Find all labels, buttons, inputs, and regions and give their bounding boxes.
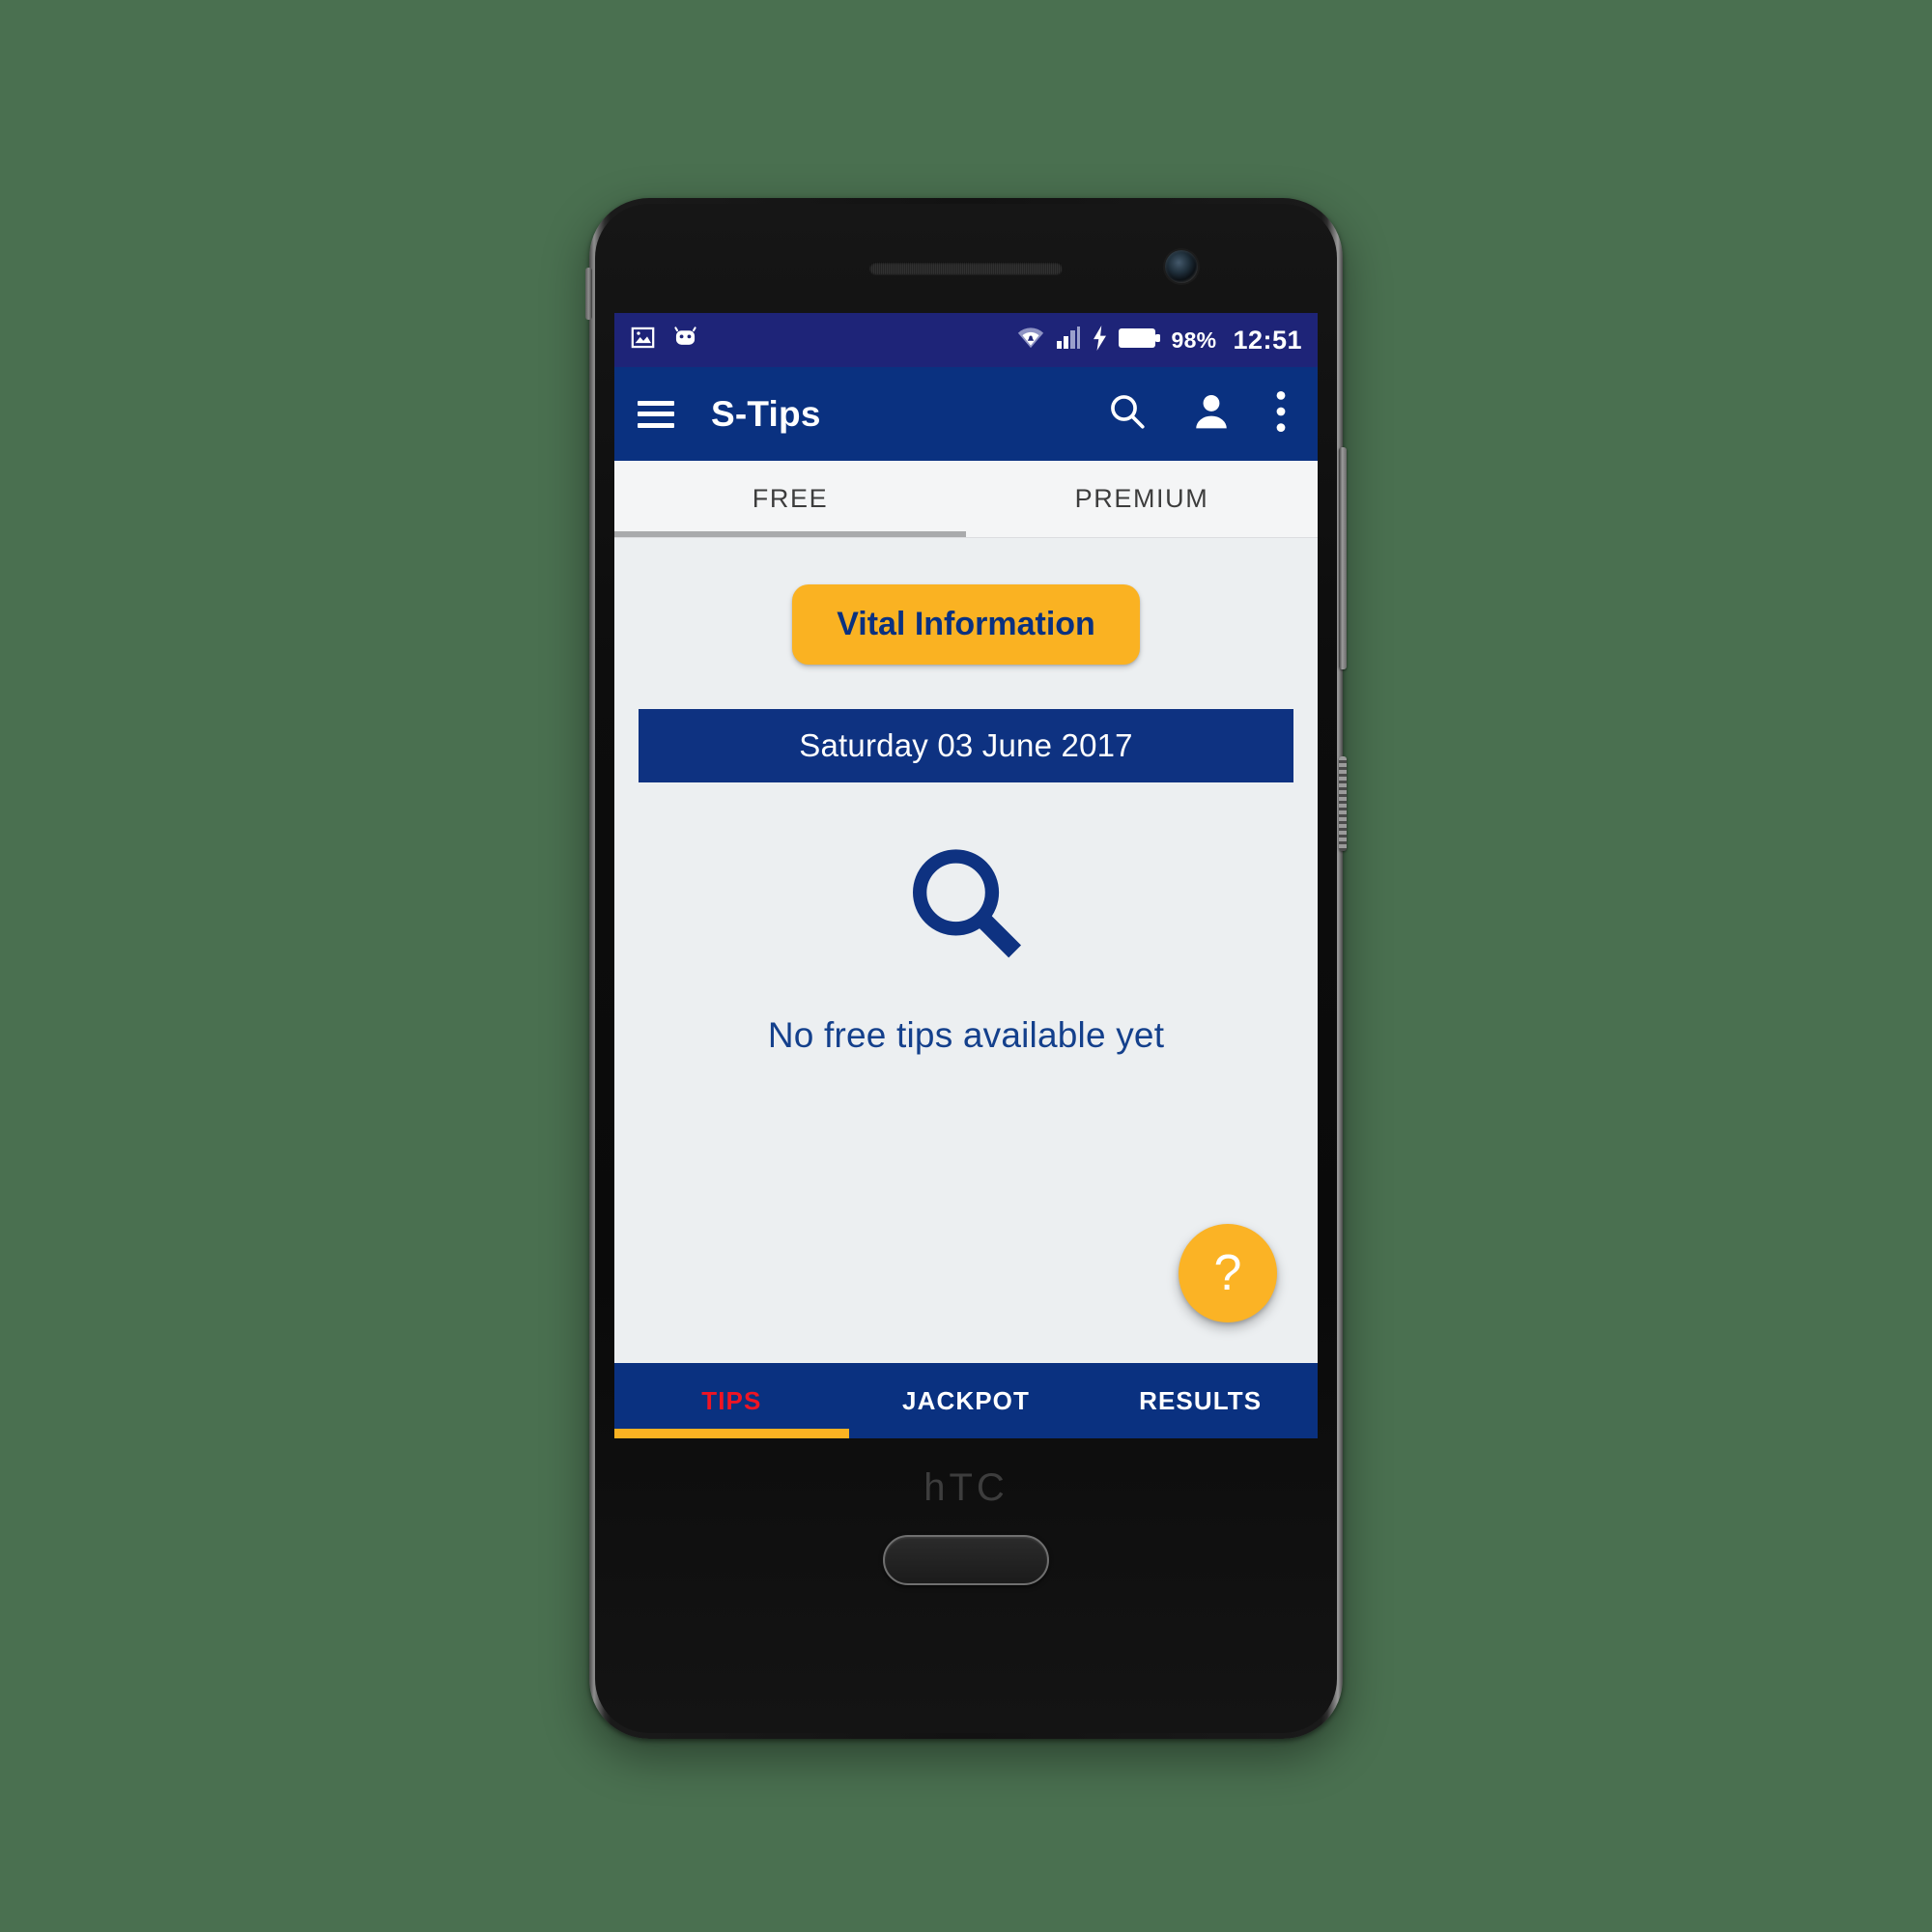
empty-state-message: No free tips available yet: [767, 1015, 1165, 1055]
tab-indicator: [614, 531, 966, 537]
page-title: S-Tips: [711, 393, 821, 434]
bottom-nav-item-tips[interactable]: TIPS: [614, 1363, 849, 1438]
phone-device: 98% 12:51 S-Tips FREE PREMIUM Vital Info…: [585, 198, 1347, 1739]
question-mark-icon: ?: [1213, 1245, 1242, 1301]
more-vertical-icon[interactable]: [1275, 390, 1287, 438]
left-side-button[interactable]: [585, 268, 592, 320]
date-bar: Saturday 03 June 2017: [639, 709, 1293, 782]
front-camera-icon: [1165, 250, 1198, 283]
phone-body: 98% 12:51 S-Tips FREE PREMIUM Vital Info…: [595, 204, 1337, 1733]
volume-rocker-button[interactable]: [1339, 447, 1347, 669]
bottom-nav-item-jackpot[interactable]: JACKPOT: [849, 1363, 1084, 1438]
bottom-nav-indicator: [614, 1429, 849, 1438]
status-bar-left-icons: [630, 325, 699, 355]
status-bar-right-icons: 98% 12:51: [1016, 325, 1303, 355]
tab-free[interactable]: FREE: [614, 461, 966, 537]
app-bar: S-Tips: [614, 367, 1318, 461]
person-icon[interactable]: [1190, 390, 1233, 438]
battery-icon: [1118, 327, 1161, 355]
signal-bars-icon: [1056, 326, 1081, 355]
bottom-navigation: TIPS JACKPOT RESULTS: [614, 1363, 1318, 1438]
magnifier-icon: [902, 840, 1030, 973]
empty-state: No free tips available yet: [614, 840, 1318, 1056]
help-fab-button[interactable]: ?: [1179, 1224, 1277, 1322]
tab-premium[interactable]: PREMIUM: [966, 461, 1318, 537]
status-bar-clock: 12:51: [1233, 325, 1302, 355]
charging-bolt-icon: [1092, 325, 1108, 355]
tab-bar: FREE PREMIUM: [614, 461, 1318, 538]
earpiece-speaker-icon: [869, 262, 1063, 274]
status-bar: 98% 12:51: [614, 313, 1318, 367]
screenshot-stage: 98% 12:51 S-Tips FREE PREMIUM Vital Info…: [0, 0, 1932, 1932]
wifi-icon: [1016, 326, 1045, 355]
hamburger-menu-icon[interactable]: [638, 400, 674, 428]
phone-screen: 98% 12:51 S-Tips FREE PREMIUM Vital Info…: [614, 313, 1318, 1438]
bottom-nav-item-results[interactable]: RESULTS: [1083, 1363, 1318, 1438]
brand-logo: hTC: [923, 1466, 1009, 1509]
app-bar-actions: [1107, 390, 1294, 438]
android-robot-icon: [671, 325, 699, 355]
image-icon: [630, 325, 656, 355]
power-button[interactable]: [1339, 756, 1347, 851]
vital-information-button[interactable]: Vital Information: [792, 584, 1140, 665]
main-content: Vital Information Saturday 03 June 2017 …: [614, 538, 1318, 1363]
battery-percent-label: 98%: [1171, 327, 1217, 353]
search-icon[interactable]: [1107, 391, 1148, 437]
home-button[interactable]: [883, 1535, 1049, 1585]
